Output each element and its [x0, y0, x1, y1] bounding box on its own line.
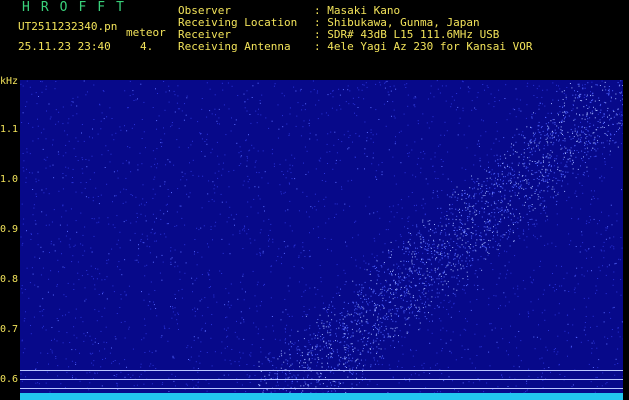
reference-line — [20, 388, 623, 389]
capture-mode: meteor — [126, 26, 166, 39]
header-panel: HROFFT UT2511232340.pn meteor 25.11.23 2… — [0, 0, 629, 72]
freq-tick-label: 1.1 — [0, 124, 19, 135]
freq-tick-label: 0.6 — [0, 374, 19, 385]
app-title: HROFFT — [22, 0, 135, 15]
freq-tick-label: 1.0 — [0, 174, 19, 185]
station-info: Observer : Masaki Kano Receiving Locatio… — [178, 5, 533, 53]
info-key: Receiving Antenna — [178, 40, 291, 53]
capture-channel: 4. — [140, 40, 154, 53]
capture-datetime: 25.11.23 23:40 — [18, 40, 111, 53]
spectrogram-noise — [20, 80, 623, 396]
info-row-antenna: Receiving Antenna : 4ele Yagi Az 230 for… — [178, 41, 533, 53]
reference-line — [20, 379, 623, 380]
spectrogram-area — [20, 80, 623, 396]
freq-unit-label: kHz — [0, 76, 19, 87]
reference-line — [20, 370, 623, 371]
freq-tick-label: 0.7 — [0, 324, 19, 335]
freq-tick-label: 0.9 — [0, 224, 19, 235]
noise-floor-band — [20, 393, 623, 400]
capture-filename: UT2511232340.pn — [18, 20, 118, 33]
freq-tick-label: 0.8 — [0, 274, 19, 285]
info-value: : 4ele Yagi Az 230 for Kansai VOR — [314, 40, 533, 53]
